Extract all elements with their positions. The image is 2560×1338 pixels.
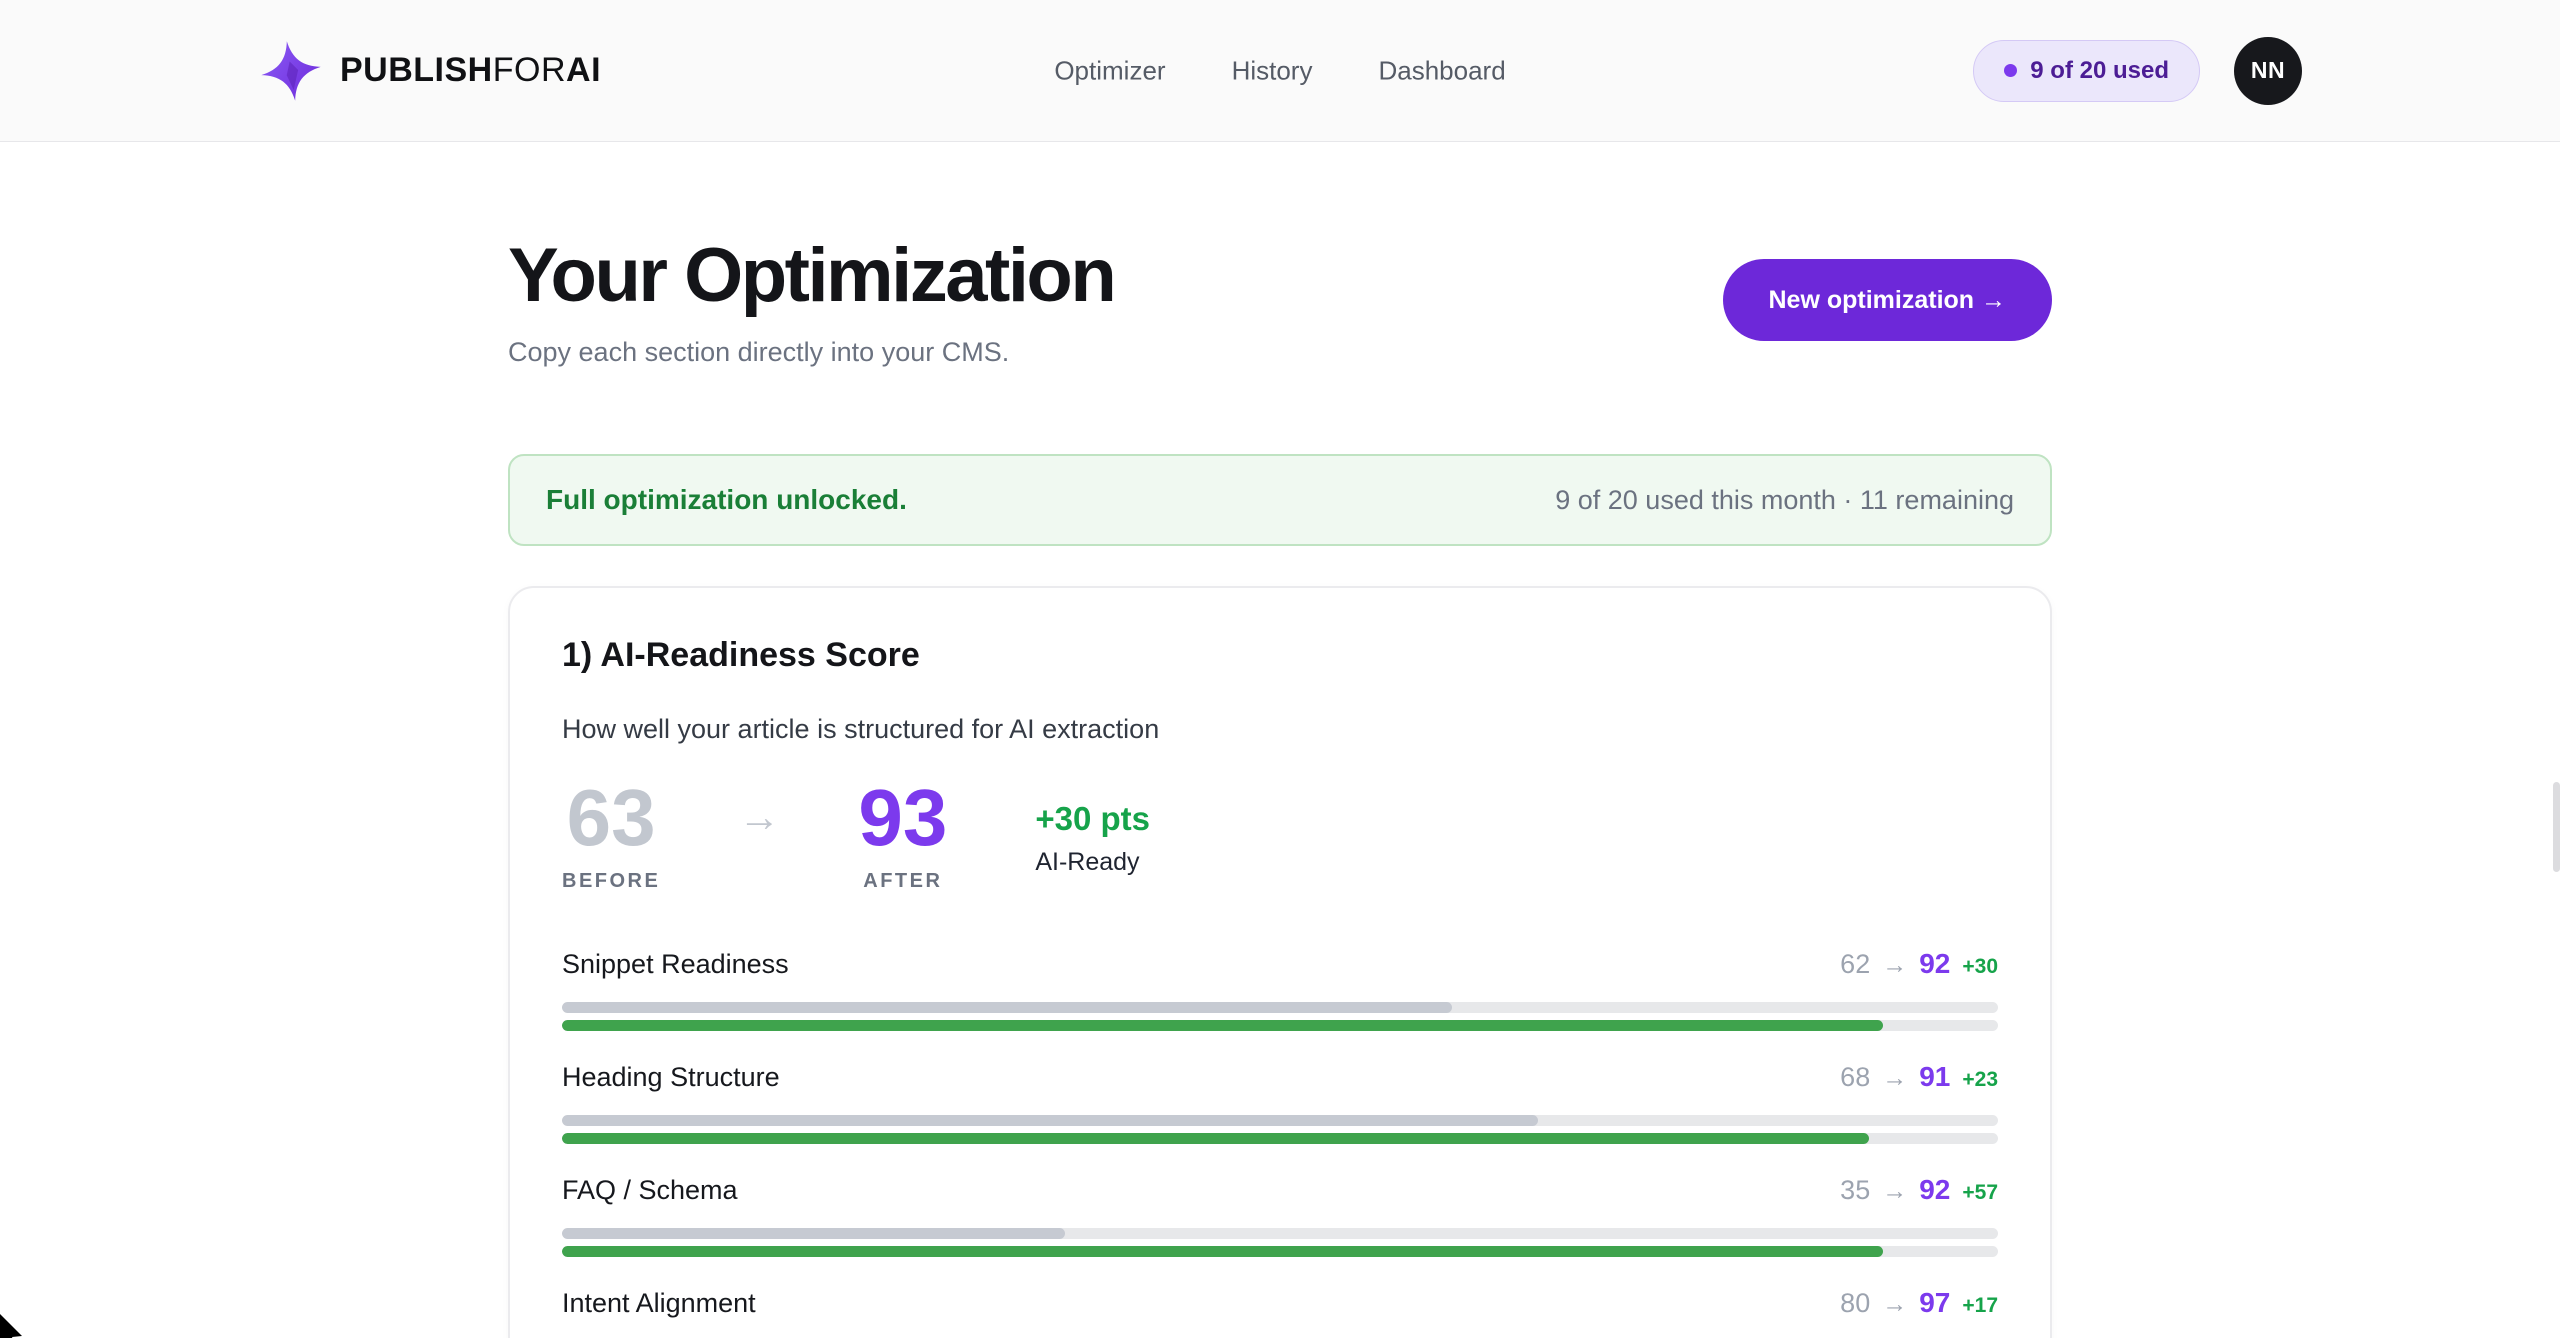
score-delta-caption: AI-Ready: [1035, 848, 1150, 877]
scrollbar-thumb[interactable]: [2553, 782, 2560, 872]
after-score-value: 93: [858, 778, 947, 858]
after-progress-fill: [562, 1133, 1869, 1144]
unlock-status-banner: Full optimization unlocked. 9 of 20 used…: [508, 454, 2052, 546]
card-description: How well your article is structured for …: [562, 714, 1998, 745]
before-progress-fill: [562, 1228, 1065, 1239]
top-navigation-bar: PUBLISHFORAI Optimizer History Dashboard…: [0, 0, 2560, 142]
arrow-right-icon: →: [738, 796, 780, 838]
metrics-list: Snippet Readiness 62 → 92 +30 Heading St…: [562, 948, 1998, 1338]
brand-wordmark: PUBLISHFORAI: [340, 51, 601, 90]
metric-values: 68 → 91 +23: [1840, 1061, 1998, 1093]
after-progress-track: [562, 1246, 1998, 1257]
before-after-scores: 63 BEFORE → 93 AFTER +30 pts AI-Ready: [562, 778, 1998, 893]
before-progress-fill: [562, 1115, 1538, 1126]
metric-delta-value: +57: [1962, 1181, 1998, 1205]
metric-row-faq-schema: FAQ / Schema 35 → 92 +57: [562, 1174, 1998, 1257]
metric-row-intent-alignment: Intent Alignment 80 → 97 +17: [562, 1287, 1998, 1338]
after-progress-track: [562, 1133, 1998, 1144]
metric-after-value: 92: [1919, 948, 1950, 980]
arrow-right-icon: →: [1882, 951, 1907, 980]
nav-link-optimizer[interactable]: Optimizer: [1054, 55, 1165, 86]
before-score-value: 63: [567, 778, 656, 858]
after-progress-fill: [562, 1020, 1883, 1031]
metric-delta-value: +17: [1962, 1294, 1998, 1318]
metric-delta-value: +23: [1962, 1068, 1998, 1092]
arrow-right-icon: →: [1882, 1177, 1907, 1206]
after-score-caption: AFTER: [863, 870, 942, 893]
brand-part-ai: AI: [566, 51, 601, 89]
ai-readiness-score-card: 1) AI-Readiness Score How well your arti…: [508, 586, 2052, 1338]
before-progress-track: [562, 1002, 1998, 1013]
metric-label: FAQ / Schema: [562, 1177, 738, 1204]
banner-status-text: Full optimization unlocked.: [546, 484, 907, 516]
main-nav: Optimizer History Dashboard: [1054, 55, 1505, 86]
metric-label: Heading Structure: [562, 1064, 780, 1091]
brand-part-publish: PUBLISH: [340, 51, 493, 89]
page-heading-block: Your Optimization Copy each section dire…: [508, 232, 1114, 368]
after-progress-fill: [562, 1246, 1883, 1257]
after-score-block: 93 AFTER: [858, 778, 947, 893]
metric-after-value: 97: [1919, 1287, 1950, 1319]
card-title: 1) AI-Readiness Score: [562, 636, 1998, 675]
metric-before-value: 35: [1840, 1175, 1870, 1206]
before-progress-track: [562, 1228, 1998, 1239]
mouse-cursor-icon: [0, 1312, 28, 1338]
metric-before-value: 68: [1840, 1062, 1870, 1093]
topbar-right-group: 9 of 20 used NN: [1973, 37, 2302, 105]
metric-row-heading-structure: Heading Structure 68 → 91 +23: [562, 1061, 1998, 1144]
usage-quota-pill[interactable]: 9 of 20 used: [1973, 40, 2200, 102]
metric-values: 80 → 97 +17: [1840, 1287, 1998, 1319]
page: PUBLISHFORAI Optimizer History Dashboard…: [0, 0, 2560, 1338]
metric-after-value: 91: [1919, 1061, 1950, 1093]
nav-link-dashboard[interactable]: Dashboard: [1378, 55, 1505, 86]
before-progress-track: [562, 1115, 1998, 1126]
brand-logo[interactable]: PUBLISHFORAI: [258, 41, 601, 101]
metric-after-value: 92: [1919, 1174, 1950, 1206]
page-subtitle: Copy each section directly into your CMS…: [508, 337, 1114, 368]
metric-label: Intent Alignment: [562, 1290, 756, 1317]
arrow-right-icon: →: [1882, 1290, 1907, 1319]
metric-values: 62 → 92 +30: [1840, 948, 1998, 980]
new-optimization-button[interactable]: New optimization →: [1723, 259, 2053, 341]
arrow-right-icon: →: [1882, 1064, 1907, 1093]
score-delta-block: +30 pts AI-Ready: [1035, 800, 1150, 877]
avatar[interactable]: NN: [2234, 37, 2302, 105]
usage-quota-label: 9 of 20 used: [2030, 57, 2169, 85]
banner-usage-text: 9 of 20 used this month · 11 remaining: [1555, 485, 2014, 516]
usage-dot-icon: [2004, 64, 2017, 77]
score-delta-value: +30 pts: [1035, 800, 1150, 838]
metric-label: Snippet Readiness: [562, 951, 789, 978]
metric-before-value: 62: [1840, 949, 1870, 980]
metric-delta-value: +30: [1962, 955, 1998, 979]
metric-row-snippet-readiness: Snippet Readiness 62 → 92 +30: [562, 948, 1998, 1031]
before-progress-fill: [562, 1002, 1452, 1013]
avatar-initials: NN: [2251, 57, 2285, 84]
nav-link-history[interactable]: History: [1232, 55, 1313, 86]
brand-part-for: FOR: [493, 51, 566, 89]
page-header-row: Your Optimization Copy each section dire…: [508, 232, 2052, 368]
main-content: Your Optimization Copy each section dire…: [508, 232, 2052, 1338]
before-score-block: 63 BEFORE: [562, 778, 660, 893]
metric-values: 35 → 92 +57: [1840, 1174, 1998, 1206]
metric-before-value: 80: [1840, 1288, 1870, 1319]
sparkle-star-icon: [254, 36, 328, 105]
before-score-caption: BEFORE: [562, 870, 660, 893]
after-progress-track: [562, 1020, 1998, 1031]
page-title: Your Optimization: [508, 232, 1114, 319]
